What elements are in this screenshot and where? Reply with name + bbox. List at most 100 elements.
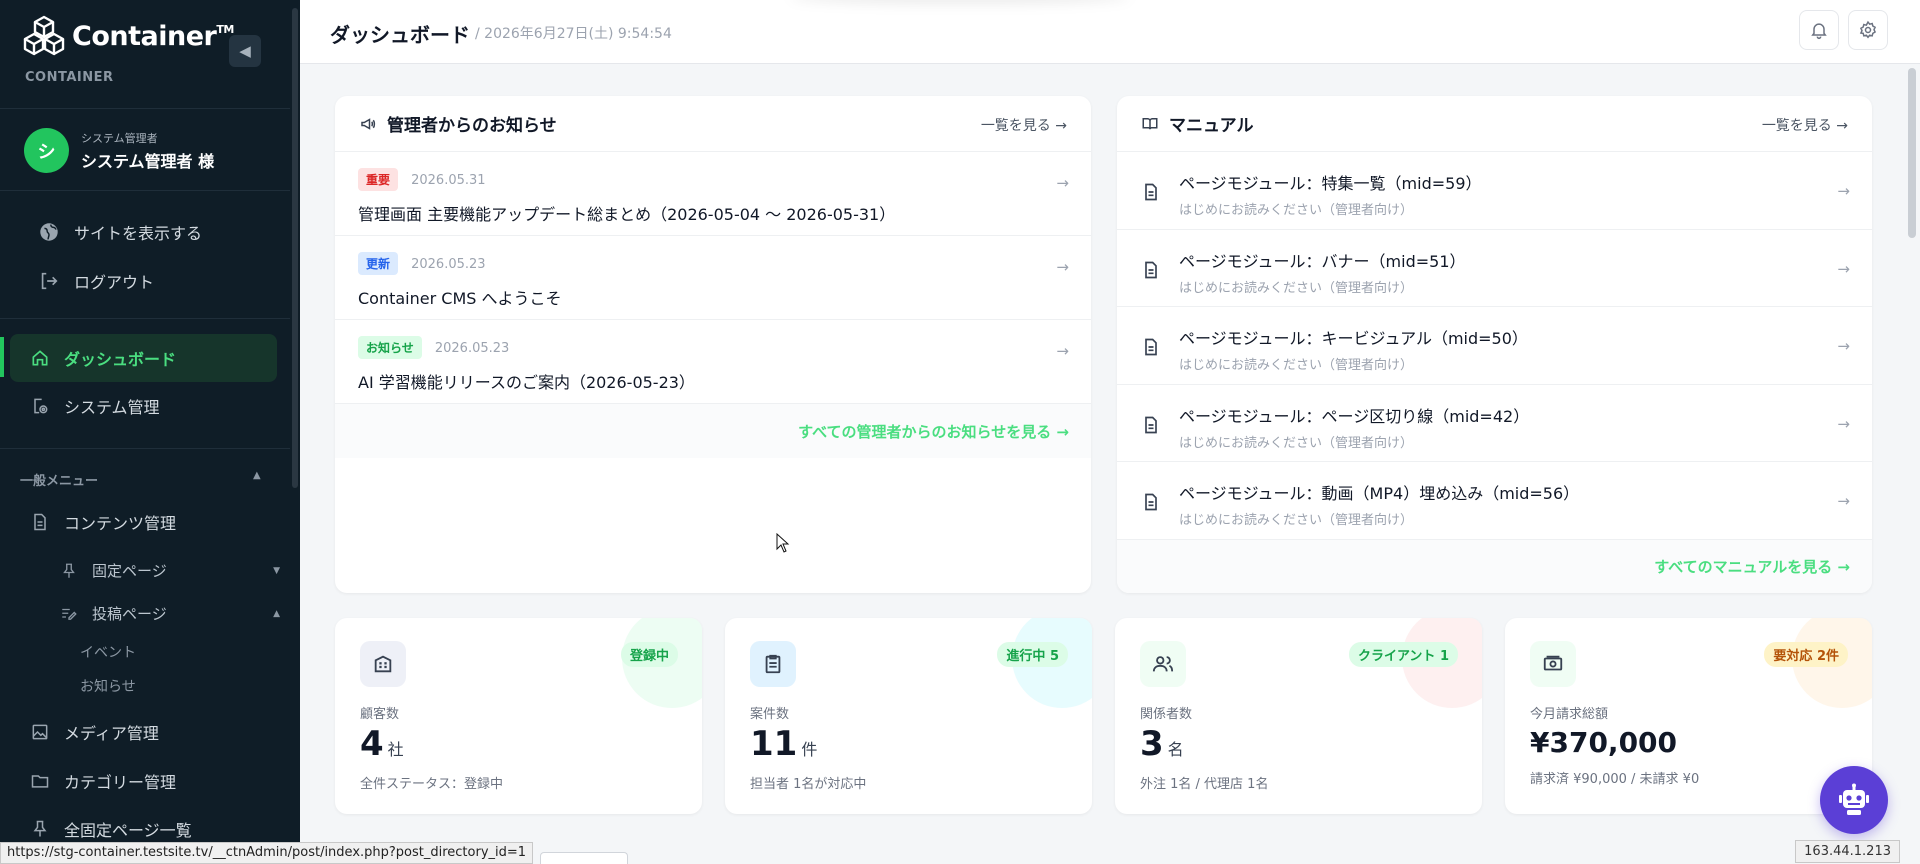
badge-important: 重要 bbox=[358, 168, 399, 191]
status-badge: 要対応 2件 bbox=[1764, 642, 1848, 667]
logout-link[interactable]: ログアウト bbox=[38, 269, 154, 293]
manual-view-all-link[interactable]: 一覧を見る → bbox=[1762, 115, 1848, 135]
stat-label: 顧客数 bbox=[360, 707, 400, 722]
announcements-view-all-footer[interactable]: すべての管理者からのお知らせを見る → bbox=[335, 404, 1091, 458]
bell-icon bbox=[1811, 23, 1827, 40]
arrow-right-icon: → bbox=[1837, 259, 1850, 278]
nav-content-label: コンテンツ管理 bbox=[64, 514, 177, 533]
users-icon bbox=[1152, 656, 1174, 672]
announcement-title: 管理画面 主要機能アップデート総まとめ（2026-05-04 〜 2026-05… bbox=[358, 205, 896, 224]
section-label-general: 一般メニュー bbox=[20, 474, 99, 489]
stat-label: 案件数 bbox=[750, 707, 790, 722]
manual-item-subtitle: はじめにお読みください（管理者向け） bbox=[1179, 280, 1414, 296]
stat-icon-box bbox=[360, 641, 406, 687]
nav-all-fixed-pages-label: 全固定ページ一覧 bbox=[64, 821, 192, 840]
sidebar-scrollbar[interactable] bbox=[292, 8, 298, 488]
divider bbox=[0, 108, 290, 109]
announcement-item[interactable]: お知らせ 2026.05.23 AI 学習機能リリースのご案内（2026-05-… bbox=[335, 320, 1091, 404]
image-icon bbox=[32, 724, 48, 740]
page-title: ダッシュボード bbox=[330, 23, 470, 47]
arrow-right-icon: → bbox=[1837, 337, 1850, 355]
stat-note: 全件ステータス：登録中 bbox=[360, 777, 504, 792]
announcement-item[interactable]: 重要 2026.05.31 管理画面 主要機能アップデート総まとめ（2026-0… bbox=[335, 152, 1091, 236]
active-indicator bbox=[0, 337, 4, 377]
nav-category[interactable]: カテゴリー管理 bbox=[10, 757, 277, 805]
stat-card-billing[interactable]: 要対応 2件 今月請求総額 ¥370,000 請求済 ¥90,000 / 未請求… bbox=[1505, 618, 1872, 814]
document-icon bbox=[1145, 416, 1157, 433]
manual-item[interactable]: ページモジュール：ページ区切り線（mid=42） はじめにお読みください（管理者… bbox=[1117, 385, 1872, 462]
status-badge: クライアント 1 bbox=[1348, 642, 1458, 667]
main-scrollbar[interactable] bbox=[1908, 68, 1916, 238]
manual-item[interactable]: ページモジュール：動画（MP4）埋め込み（mid=56） はじめにお読みください… bbox=[1117, 462, 1872, 540]
nav-system[interactable]: システム管理 bbox=[10, 382, 277, 430]
nav-post-pages[interactable]: 投稿ページ ▲ bbox=[60, 603, 280, 624]
cube-logo-icon bbox=[23, 15, 65, 56]
manual-item-subtitle: はじめにお読みください（管理者向け） bbox=[1179, 203, 1414, 218]
book-icon bbox=[1142, 117, 1158, 129]
manual-item-subtitle: はじめにお読みください（管理者向け） bbox=[1179, 358, 1414, 373]
manual-view-all-footer[interactable]: すべてのマニュアルを見る → bbox=[1117, 539, 1872, 593]
stat-note: 外注 1名 / 代理店 1名 bbox=[1140, 777, 1269, 792]
view-site-link[interactable]: サイトを表示する bbox=[38, 220, 202, 244]
building-icon bbox=[374, 655, 392, 673]
stat-card-customers[interactable]: 登録中 顧客数 4社 全件ステータス：登録中 bbox=[335, 618, 702, 814]
home-icon bbox=[32, 350, 48, 366]
nav-fixed-pages-label: 固定ページ bbox=[92, 562, 167, 580]
document-icon bbox=[1145, 338, 1157, 356]
manual-item[interactable]: ページモジュール：バナー（mid=51） はじめにお読みください（管理者向け） … bbox=[1117, 230, 1872, 307]
nav-dashboard[interactable]: ダッシュボード bbox=[10, 334, 277, 382]
arrow-right-icon: → bbox=[1837, 492, 1850, 510]
announcement-date: 2026.05.23 bbox=[411, 257, 486, 272]
stat-card-projects[interactable]: 進行中 5 案件数 11 件 担当者 1名が対応中 bbox=[725, 618, 1092, 814]
notifications-button[interactable] bbox=[1799, 10, 1839, 50]
nav-system-label: システム管理 bbox=[64, 398, 160, 417]
nav-notice[interactable]: お知らせ bbox=[80, 676, 136, 696]
nav-content[interactable]: コンテンツ管理 bbox=[10, 498, 277, 546]
brand-logo[interactable]: ContainerTM bbox=[22, 14, 234, 58]
divider bbox=[0, 448, 290, 449]
announcements-card: 管理者からのお知らせ 一覧を見る → 重要 2026.05.31 管理画面 主要… bbox=[335, 96, 1091, 593]
settings-button[interactable] bbox=[1848, 10, 1888, 50]
nav-post-pages-label: 投稿ページ bbox=[92, 605, 167, 623]
manual-card: マニュアル 一覧を見る → ページモジュール：特集一覧（mid=59） はじめに… bbox=[1117, 96, 1872, 593]
chevron-down-icon: ▼ bbox=[273, 565, 280, 576]
status-badge: 進行中 5 bbox=[997, 642, 1068, 667]
stat-value: 3名 bbox=[1140, 724, 1184, 764]
announcement-item[interactable]: 更新 2026.05.23 Container CMS へようこそ → bbox=[335, 236, 1091, 320]
status-badge: 登録中 bbox=[620, 642, 678, 667]
manual-item[interactable]: ページモジュール：キービジュアル（mid=50） はじめにお読みください（管理者… bbox=[1117, 307, 1872, 385]
nav-media-label: メディア管理 bbox=[64, 724, 159, 743]
sidebar: ContainerTM CONTAINER ◀ シ システム管理者 システム管理… bbox=[0, 0, 300, 864]
manual-item-title: ページモジュール：動画（MP4）埋め込み（mid=56） bbox=[1179, 484, 1580, 503]
partial-element bbox=[540, 852, 628, 864]
stat-value: 4社 bbox=[360, 724, 404, 764]
header-shadow bbox=[790, 0, 1130, 4]
nav-media[interactable]: メディア管理 bbox=[10, 708, 277, 756]
nav-event[interactable]: イベント bbox=[80, 642, 136, 662]
nav-category-label: カテゴリー管理 bbox=[64, 773, 177, 792]
manual-item-title: ページモジュール：ページ区切り線（mid=42） bbox=[1179, 406, 1530, 426]
manual-item[interactable]: ページモジュール：特集一覧（mid=59） はじめにお読みください（管理者向け）… bbox=[1117, 152, 1872, 230]
logout-label: ログアウト bbox=[74, 273, 155, 292]
nav-fixed-pages[interactable]: 固定ページ ▼ bbox=[60, 560, 280, 581]
document-icon bbox=[1145, 261, 1157, 278]
arrow-right-icon: → bbox=[1056, 342, 1069, 360]
arrow-right-icon: → bbox=[1055, 118, 1067, 134]
announcements-header: 管理者からのお知らせ 一覧を見る → bbox=[335, 96, 1091, 152]
brand-subtitle: CONTAINER bbox=[25, 70, 114, 85]
stat-card-contacts[interactable]: クライアント 1 関係者数 3名 外注 1名 / 代理店 1名 bbox=[1115, 618, 1482, 814]
user-role: システム管理者 bbox=[81, 131, 158, 145]
triangle-left-icon: ◀ bbox=[239, 42, 251, 60]
ai-chat-button[interactable] bbox=[1820, 766, 1888, 834]
announcements-view-all-link[interactable]: 一覧を見る → bbox=[981, 115, 1067, 135]
stat-label: 関係者数 bbox=[1140, 707, 1193, 722]
manual-header: マニュアル 一覧を見る → bbox=[1117, 96, 1872, 152]
arrow-right-icon: → bbox=[1056, 258, 1069, 276]
edit-list-icon bbox=[62, 608, 77, 620]
stat-note: 請求済 ¥90,000 / 未請求 ¥0 bbox=[1530, 772, 1700, 787]
sidebar-collapse-button[interactable]: ◀ bbox=[229, 35, 261, 67]
divider bbox=[0, 318, 290, 319]
browser-status-url: https://stg-container.testsite.tv/__ctnA… bbox=[0, 842, 534, 864]
chevron-up-icon[interactable]: ▲ bbox=[253, 470, 261, 481]
stat-value: ¥370,000 bbox=[1530, 726, 1678, 759]
